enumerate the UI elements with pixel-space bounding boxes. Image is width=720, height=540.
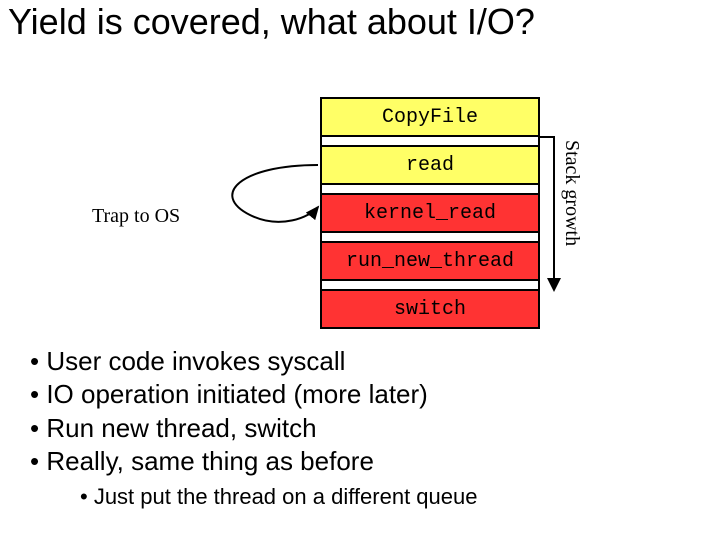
bullet-1: • User code invokes syscall [30,345,428,378]
frame-copyfile: CopyFile [320,97,540,137]
frame-kernel-read: kernel_read [320,193,540,233]
bullet-4: • Really, same thing as before [30,445,428,478]
frame-run-new-thread: run_new_thread [320,241,540,281]
sub-bullet: • Just put the thread on a different que… [80,484,477,510]
call-stack: CopyFile read kernel_read run_new_thread… [320,97,540,329]
frame-switch: switch [320,289,540,329]
bullet-3: • Run new thread, switch [30,412,428,445]
bullet-list: • User code invokes syscall • IO operati… [30,345,428,478]
slide: Yield is covered, what about I/O? Trap t… [0,0,720,540]
slide-title: Yield is covered, what about I/O? [8,2,708,42]
bullet-2: • IO operation initiated (more later) [30,378,428,411]
trap-curved-arrow [200,155,340,235]
stack-growth-arrow [553,136,555,290]
stack-growth-label: Stack growth [560,140,583,246]
frame-read: read [320,145,540,185]
trap-to-os-label: Trap to OS [92,205,180,228]
